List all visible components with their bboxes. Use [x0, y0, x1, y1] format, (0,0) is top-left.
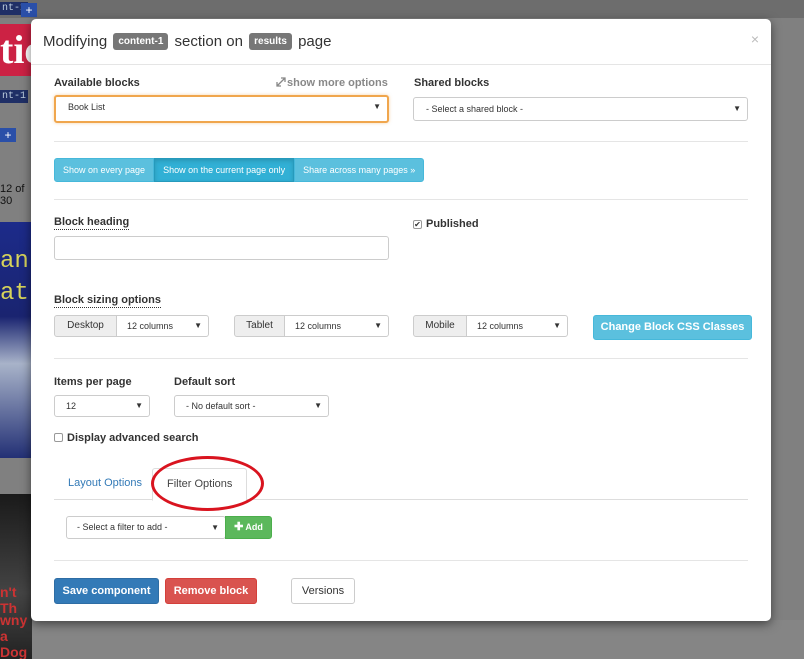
section-badge: content-1 [113, 33, 169, 50]
add-filter-label: Add [245, 522, 263, 532]
background-add-button: + [21, 3, 37, 17]
caret-down-icon: ▼ [194, 321, 202, 330]
add-filter-button[interactable]: ✚ Add [225, 516, 272, 539]
desktop-columns-select[interactable]: 12 columns ▼ [116, 315, 209, 337]
check-icon: ✔ [414, 220, 421, 229]
tab-layout-options[interactable]: Layout Options [54, 468, 156, 500]
tablet-columns-select[interactable]: 12 columns ▼ [284, 315, 389, 337]
published-checkbox[interactable]: ✔ [413, 220, 422, 229]
save-component-button[interactable]: Save component [54, 578, 159, 604]
show-more-options-text: show more options [287, 77, 388, 89]
title-prefix: Modifying [43, 33, 108, 50]
filter-select[interactable]: - Select a filter to add - ▼ [66, 516, 226, 539]
desktop-addon: Desktop [54, 315, 117, 337]
background-side-plus: + [0, 128, 16, 142]
shared-blocks-select[interactable]: - Select a shared block - ▼ [413, 97, 748, 121]
close-icon[interactable]: × [751, 31, 759, 47]
background-page-count: 12 of 30 [0, 183, 25, 207]
background-red-banner: tic [0, 24, 32, 76]
change-css-classes-button[interactable]: Change Block CSS Classes [593, 315, 752, 340]
caret-down-icon: ▼ [314, 401, 322, 410]
modal-header: Modifying content-1 section on results p… [31, 19, 771, 65]
available-blocks-value: Book List [68, 102, 106, 112]
shared-blocks-label: Shared blocks [414, 77, 490, 89]
filter-select-value: - Select a filter to add - [77, 522, 168, 532]
background-red-text: tic [0, 27, 32, 72]
block-heading-label: Block heading [54, 216, 130, 230]
visibility-button-group: Show on every page Show on the current p… [54, 158, 425, 182]
advanced-search-checkbox[interactable] [54, 433, 63, 442]
background-book-cover-blue: an at [0, 222, 32, 458]
share-many-pages-button[interactable]: Share across many pages » [294, 158, 425, 182]
caret-down-icon: ▼ [374, 321, 382, 330]
published-label: Published [426, 218, 479, 230]
advanced-search-label: Display advanced search [67, 432, 199, 444]
block-sizing-label: Block sizing options [54, 294, 161, 308]
caret-down-icon: ▼ [733, 104, 741, 113]
caret-down-icon: ▼ [373, 102, 381, 111]
mobile-columns-select[interactable]: 12 columns ▼ [466, 315, 568, 337]
page-badge: results [249, 33, 292, 50]
background-blue-text-1: an [0, 248, 29, 275]
default-sort-select[interactable]: - No default sort - ▼ [174, 395, 329, 417]
default-sort-value: - No default sort - [186, 401, 256, 411]
show-current-page-button[interactable]: Show on the current page only [154, 158, 295, 182]
modal-title: Modifying content-1 section on results p… [43, 33, 331, 50]
remove-block-button[interactable]: Remove block [165, 578, 257, 604]
title-suffix: page [298, 33, 332, 50]
background-top-strip [0, 0, 804, 18]
modify-block-modal: Modifying content-1 section on results p… [31, 19, 771, 621]
items-per-page-label: Items per page [54, 376, 132, 388]
background-footer-area [32, 620, 804, 659]
available-blocks-select[interactable]: Book List ▼ [54, 95, 389, 123]
caret-down-icon: ▼ [211, 523, 219, 532]
divider [54, 560, 748, 561]
mobile-addon: Mobile [413, 315, 467, 337]
divider [54, 141, 748, 142]
caret-down-icon: ▼ [135, 401, 143, 410]
expand-arrows-icon [276, 77, 286, 87]
versions-button[interactable]: Versions [291, 578, 355, 604]
background-dark-text-2: wny a Dog [0, 612, 28, 659]
title-middle: section on [174, 33, 243, 50]
tablet-addon: Tablet [234, 315, 285, 337]
background-book-cover-dark: n't Th wny a Dog [0, 494, 32, 659]
show-more-options-link[interactable]: show more options [276, 77, 388, 89]
caret-down-icon: ▼ [553, 321, 561, 330]
items-per-page-select[interactable]: 12 ▼ [54, 395, 150, 417]
plus-icon: ✚ [234, 521, 244, 533]
available-blocks-label: Available blocks [54, 77, 140, 89]
desktop-columns-value: 12 columns [127, 321, 174, 331]
items-per-page-value: 12 [66, 401, 77, 411]
mobile-columns-value: 12 columns [477, 321, 524, 331]
annotation-circle [151, 456, 264, 511]
background-side-tag: nt-1 [0, 90, 29, 103]
background-blue-text-2: at [0, 280, 29, 307]
default-sort-label: Default sort [174, 376, 236, 388]
shared-blocks-value: - Select a shared block - [426, 104, 524, 114]
show-every-page-button[interactable]: Show on every page [54, 158, 155, 182]
divider [54, 199, 748, 200]
tablet-columns-value: 12 columns [295, 321, 342, 331]
divider [54, 358, 748, 359]
block-heading-input[interactable] [54, 236, 389, 260]
